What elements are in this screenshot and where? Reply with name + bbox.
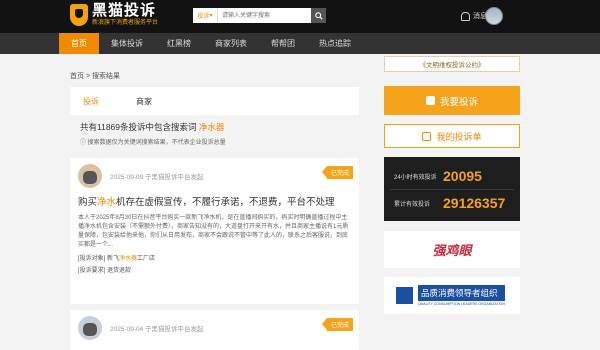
status-badge: 已完成	[322, 318, 353, 331]
title-pre: 购买	[78, 197, 98, 208]
search-button[interactable]	[311, 8, 326, 23]
logo-title: 黑猫投诉	[92, 2, 157, 19]
title-post: 机存在虚假宣传，不履行承诺，不退费，平台不处理	[116, 197, 335, 208]
my-complaints-button[interactable]: 我的投诉单	[384, 124, 520, 148]
complain-button-label: 我要投诉	[439, 96, 478, 108]
breadcrumb-current: 搜索结果	[92, 73, 120, 80]
nav-group-complaints[interactable]: 集体投诉	[99, 33, 155, 54]
search-bar: 投诉 ▾	[193, 8, 326, 23]
search-type-label: 投诉	[197, 14, 210, 20]
promo-banner[interactable]: 强鸡眼	[384, 231, 520, 268]
complaint-card[interactable]: 2025-09-09 于黑猫投诉平台发起 已完成 购买净水机存在虚假宣传，不履行…	[70, 158, 359, 304]
target-post: 工厂店	[137, 256, 156, 262]
org-title: 品质消费领导者组织	[418, 285, 505, 301]
result-summary: 共有11869条投诉中包含搜索词 净水器	[70, 115, 359, 137]
stats-panel: 24小时有效投诉 20095 累计有效投诉 29126357	[384, 157, 520, 221]
nav-merchant-list[interactable]: 商家列表	[203, 33, 259, 54]
sidebar: 《文明维权投诉公约》 我要投诉 我的投诉单 24小时有效投诉 20095 累计有…	[384, 56, 520, 314]
complaint-body: 本人于2025年8月30日在抖音平台购买一款新飞净水机，是在直播间购买的，购买时…	[78, 215, 349, 248]
org-subtitle: QUALITY CONSUMPTION LEADERS ORGANIZATION	[418, 302, 505, 306]
status-badge: 已完成	[322, 166, 353, 179]
nav-red-black-list[interactable]: 红黑榜	[155, 33, 203, 54]
site-logo[interactable]: 黑猫投诉 新浪旗下消费者服务平台	[70, 3, 158, 27]
complaint-demand: [投诉要求] 退货退款	[78, 265, 351, 274]
complaint-title[interactable]: 购买净水机存在虚假宣传，不履行承诺，不退费，平台不处理	[78, 194, 351, 208]
user-avatar-cat	[78, 164, 102, 188]
edit-icon	[425, 96, 435, 105]
complaint-date: 2025-09-09 于黑猫投诉平台发起	[110, 174, 204, 181]
complaint-card[interactable]: 2025-09-04 于黑猫投诉平台发起 已完成	[70, 310, 359, 350]
stat-total-label: 累计有效投诉	[394, 201, 431, 208]
nav-hot-topics[interactable]: 热点追踪	[307, 33, 363, 54]
bell-icon	[461, 11, 470, 21]
logo-subtitle: 新浪旗下消费者服务平台	[92, 20, 159, 26]
org-logo-icon	[396, 287, 413, 304]
stat-24h-label: 24小时有效投诉	[394, 174, 437, 181]
target-label: [投诉对象]	[78, 256, 106, 262]
breadcrumb-sep: >	[85, 73, 91, 80]
tab-complaints[interactable]: 投诉	[70, 96, 123, 107]
demand-label: [投诉要求]	[78, 268, 106, 274]
quality-org-banner[interactable]: 品质消费领导者组织 QUALITY CONSUMPTION LEADERS OR…	[384, 277, 520, 314]
complaint-date: 2025-09-04 于黑猫投诉平台发起	[110, 326, 204, 333]
breadcrumb-home[interactable]: 首页	[70, 73, 84, 80]
breadcrumb: 首页 > 搜索结果	[70, 71, 120, 81]
search-tabs: 投诉 商家	[70, 87, 359, 115]
main-nav: 首页 集体投诉 红黑榜 商家列表 帮帮团 热点追踪	[0, 33, 600, 54]
my-complaints-label: 我的投诉单	[436, 131, 482, 142]
top-bar: 黑猫投诉 新浪旗下消费者服务平台 投诉▾ 消息	[0, 0, 600, 33]
target-keyword: 净水器	[119, 256, 138, 262]
title-keyword: 净水	[97, 197, 117, 208]
document-icon	[422, 131, 432, 141]
complaint-target: [投诉对象] 新飞净水器工厂店	[78, 253, 351, 262]
nav-home[interactable]: 首页	[59, 33, 99, 54]
search-icon	[314, 11, 323, 20]
stat-24h-value: 20095	[443, 168, 482, 184]
results-column: 投诉 商家 共有11869条投诉中包含搜索词 净水器 ⓘ 搜索数据仅为关键词搜索…	[70, 87, 359, 350]
search-tip: ⓘ 搜索数据仅为关键词搜索结果，不代表企业投诉总量	[80, 140, 226, 146]
search-type-select[interactable]: 投诉 ▾	[193, 8, 218, 23]
demand-value: 退货退款	[107, 268, 132, 274]
summary-keyword: 净水器	[198, 122, 225, 132]
user-avatar-cat	[78, 316, 102, 340]
stat-total-value: 29126357	[443, 195, 506, 211]
user-avatar[interactable]	[485, 7, 503, 25]
convention-link[interactable]: 《文明维权投诉公约》	[384, 56, 520, 72]
target-pre: 新飞	[107, 256, 120, 262]
complain-button[interactable]: 我要投诉	[384, 86, 520, 115]
cat-shield-logo-icon	[70, 4, 88, 26]
nav-help-group[interactable]: 帮帮团	[259, 33, 307, 54]
messages-link[interactable]: 消息	[461, 11, 487, 21]
summary-text: 共有11869条投诉中包含搜索词	[80, 122, 197, 132]
promo-banner-text: 强鸡眼	[432, 243, 472, 258]
search-input[interactable]	[218, 8, 311, 23]
tab-merchants[interactable]: 商家	[123, 96, 176, 107]
